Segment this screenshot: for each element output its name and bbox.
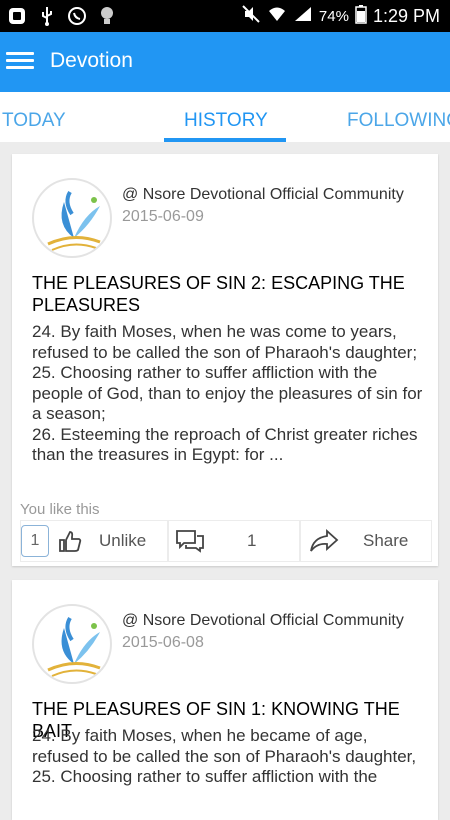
post-author[interactable]: @ Nsore Devotional Official Community [122, 186, 404, 204]
tab-today[interactable]: TODAY [2, 110, 66, 132]
app-bar: Devotion [0, 32, 450, 92]
share-label: Share [363, 531, 409, 550]
lightbulb-icon [96, 5, 118, 27]
mute-icon [241, 4, 261, 29]
page-title: Devotion [50, 49, 133, 72]
post-card[interactable]: @ Nsore Devotional Official Community 20… [12, 154, 438, 566]
battery-icon [355, 4, 367, 29]
post-author[interactable]: @ Nsore Devotional Official Community [122, 612, 404, 630]
comments-icon [175, 529, 205, 558]
post-body[interactable]: 24. By faith Moses, when he became of ag… [32, 726, 427, 788]
clock: 1:29 PM [372, 6, 440, 26]
whatsapp-icon [66, 5, 88, 27]
tab-indicator [164, 138, 286, 142]
community-avatar[interactable] [32, 178, 112, 258]
unlike-label: Unlike [99, 531, 147, 550]
post-date: 2015-06-09 [122, 208, 204, 225]
status-bar: 74% 1:29 PM [0, 0, 450, 32]
post-body[interactable]: 24. By faith Moses, when he was come to … [32, 322, 427, 466]
post-date: 2015-06-08 [122, 634, 204, 651]
comment-button[interactable]: 1 [168, 520, 300, 562]
tab-history[interactable]: HISTORY [184, 110, 268, 132]
tab-bar: TODAY HISTORY FOLLOWING [0, 92, 450, 142]
comment-count: 1 [247, 531, 257, 550]
menu-icon[interactable] [6, 48, 34, 76]
share-icon [309, 528, 339, 558]
tab-following[interactable]: FOLLOWING [347, 110, 450, 132]
post-card[interactable]: @ Nsore Devotional Official Community 20… [12, 580, 438, 820]
unlike-button[interactable]: 1 Unlike [20, 520, 168, 562]
community-avatar[interactable] [32, 604, 112, 684]
like-count: 1 [21, 525, 49, 557]
app-notification-icon [6, 5, 28, 27]
usb-icon [36, 5, 58, 27]
post-actions: 1 Unlike 1 Share [20, 520, 432, 562]
thumbs-up-icon [58, 530, 82, 557]
likes-text: You like this [20, 501, 100, 518]
battery-percent: 74% [318, 8, 349, 25]
wifi-icon [267, 5, 287, 28]
signal-icon [293, 5, 313, 28]
post-title[interactable]: THE PLEASURES OF SIN 2: ESCAPING THE PLE… [32, 272, 427, 316]
share-button[interactable]: Share [300, 520, 432, 562]
